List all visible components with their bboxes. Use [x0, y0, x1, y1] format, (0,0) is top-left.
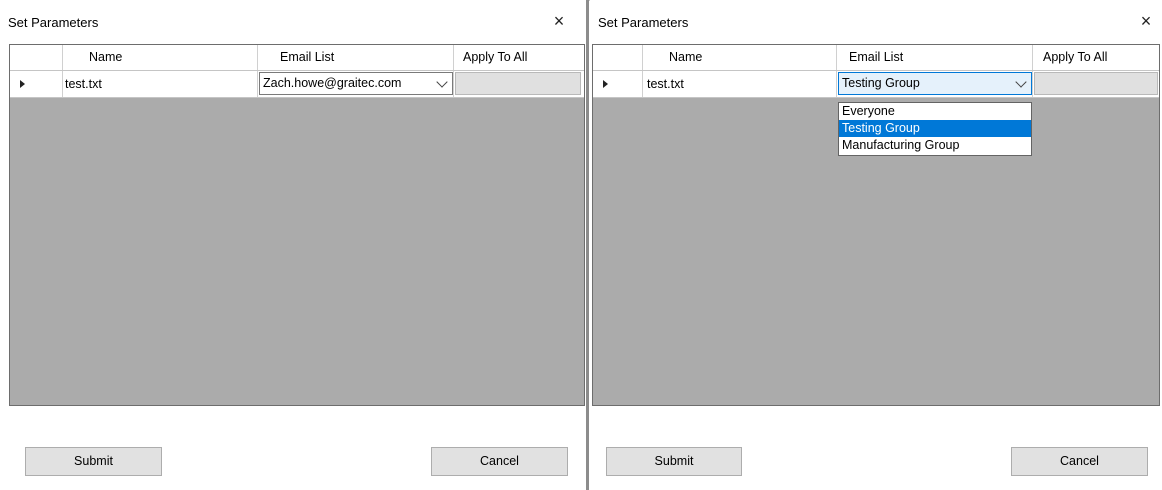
- dropdown-option-everyone[interactable]: Everyone: [839, 103, 1031, 120]
- column-header-email-list[interactable]: Email List: [837, 45, 1033, 70]
- email-list-combobox[interactable]: Testing Group: [838, 72, 1032, 95]
- apply-to-all-field: [455, 72, 581, 95]
- column-header-name[interactable]: Name: [63, 45, 258, 70]
- grid-header: Name Email List Apply To All: [593, 45, 1159, 71]
- column-header-name[interactable]: Name: [643, 45, 837, 70]
- row-indicator-icon: [20, 80, 25, 88]
- row-header[interactable]: [593, 71, 643, 97]
- column-header-apply-to-all[interactable]: Apply To All: [454, 45, 584, 70]
- cell-name[interactable]: test.txt: [643, 71, 837, 97]
- dropdown-option-manufacturing-group[interactable]: Manufacturing Group: [839, 137, 1031, 154]
- dialog-title: Set Parameters: [8, 15, 99, 30]
- column-header-apply-to-all[interactable]: Apply To All: [1033, 45, 1159, 70]
- cell-apply-to-all[interactable]: [454, 71, 584, 97]
- cell-name[interactable]: test.txt: [63, 71, 258, 97]
- cell-email-list[interactable]: Testing Group: [837, 71, 1033, 97]
- cancel-button[interactable]: Cancel: [1011, 447, 1148, 476]
- submit-button[interactable]: Submit: [606, 447, 742, 476]
- row-header[interactable]: [10, 71, 63, 97]
- email-list-value: Testing Group: [842, 76, 920, 90]
- cell-email-list[interactable]: Zach.howe@graitec.com: [258, 71, 454, 97]
- dropdown-option-testing-group[interactable]: Testing Group: [839, 120, 1031, 137]
- column-header-email-list[interactable]: Email List: [258, 45, 454, 70]
- row-header-corner: [10, 45, 63, 70]
- close-icon[interactable]: ×: [1134, 9, 1158, 33]
- chevron-down-icon[interactable]: [1015, 76, 1027, 88]
- email-list-value: Zach.howe@graitec.com: [263, 76, 402, 90]
- row-indicator-icon: [603, 80, 608, 88]
- left-dialog: Set Parameters × Name Email List Apply T…: [0, 0, 587, 490]
- apply-to-all-field: [1034, 72, 1158, 95]
- parameters-grid: Name Email List Apply To All test.txt Te…: [592, 44, 1160, 406]
- chevron-down-icon[interactable]: [436, 76, 448, 88]
- row-header-corner: [593, 45, 643, 70]
- email-list-dropdown: Everyone Testing Group Manufacturing Gro…: [838, 102, 1032, 156]
- table-row[interactable]: test.txt Zach.howe@graitec.com: [10, 71, 584, 98]
- submit-button[interactable]: Submit: [25, 447, 162, 476]
- dialog-title: Set Parameters: [598, 15, 689, 30]
- cancel-button[interactable]: Cancel: [431, 447, 568, 476]
- cell-apply-to-all[interactable]: [1033, 71, 1159, 97]
- parameters-grid: Name Email List Apply To All test.txt Za…: [9, 44, 585, 406]
- email-list-combobox[interactable]: Zach.howe@graitec.com: [259, 72, 453, 95]
- screenshot-divider: [586, 0, 589, 490]
- title-bar: Set Parameters ×: [0, 0, 587, 44]
- table-row[interactable]: test.txt Testing Group: [593, 71, 1159, 98]
- right-dialog: Set Parameters × Name Email List Apply T…: [590, 0, 1162, 490]
- title-bar: Set Parameters ×: [590, 0, 1162, 44]
- grid-header: Name Email List Apply To All: [10, 45, 584, 71]
- close-icon[interactable]: ×: [547, 9, 571, 33]
